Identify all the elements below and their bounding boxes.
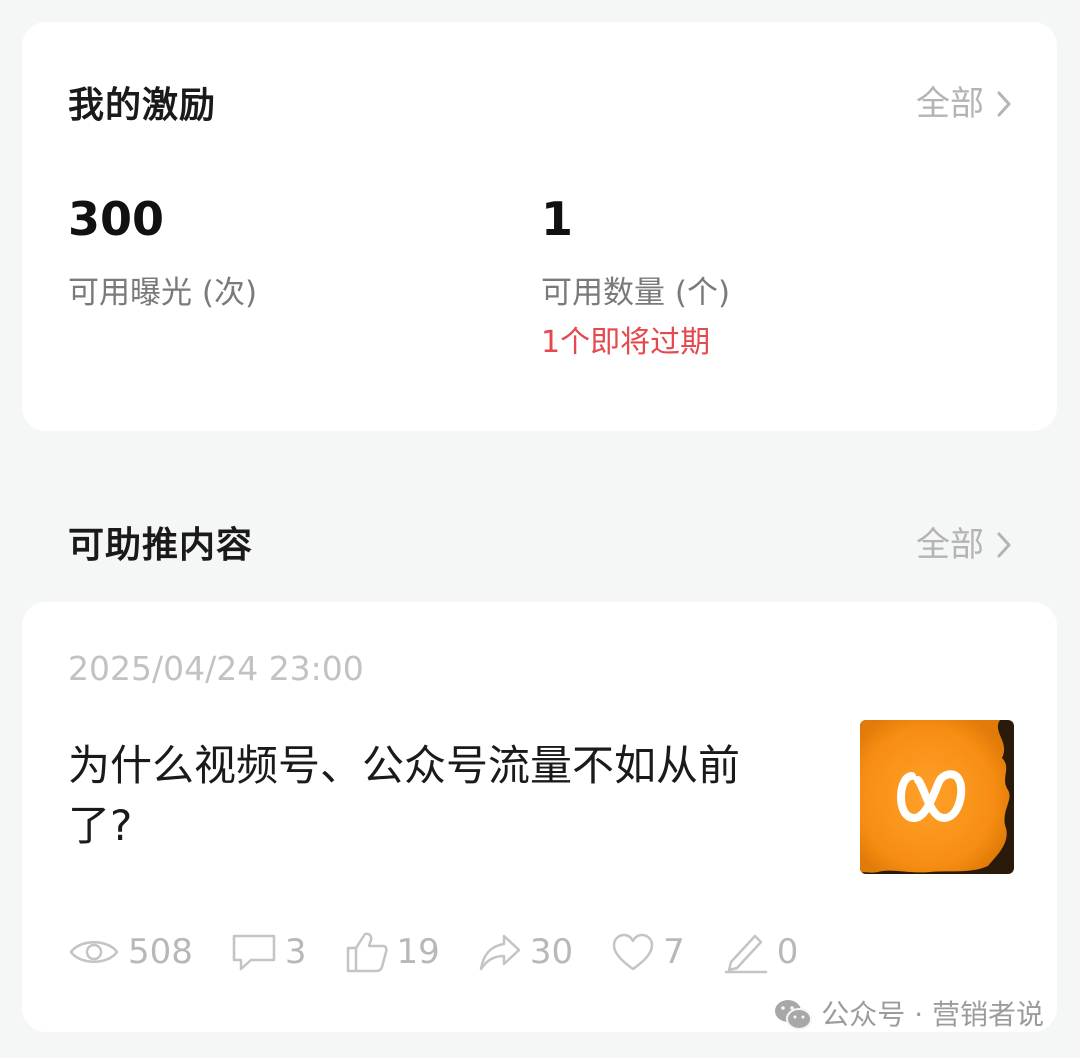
metric-likes: 19 [345, 930, 440, 974]
eye-icon [69, 941, 119, 963]
share-icon [479, 934, 521, 971]
exposure-value: 300 [68, 192, 165, 246]
post-thumbnail[interactable] [860, 720, 1014, 874]
incentive-card [22, 22, 1057, 431]
metric-views: 508 [68, 934, 193, 970]
channels-logo-icon [860, 720, 1014, 874]
metric-favorites-value: 7 [663, 932, 685, 972]
metric-likes-value: 19 [396, 932, 440, 972]
promotable-title: 可助推内容 [68, 525, 254, 566]
quantity-value: 1 [541, 192, 574, 246]
incentive-all-link[interactable]: 全部 [916, 87, 1012, 121]
comment-icon [232, 934, 276, 971]
watermark: 公众号 · 营销者说 [773, 998, 1044, 1032]
metric-comments-value: 3 [284, 932, 307, 972]
chevron-right-icon [997, 532, 1011, 558]
promotable-all-label: 全部 [916, 525, 984, 565]
metric-shares: 30 [478, 932, 573, 972]
expiry-warning: 1个即将过期 [541, 325, 711, 360]
metric-shares-value: 30 [529, 932, 574, 972]
incentive-all-label: 全部 [916, 84, 984, 124]
incentive-title: 我的激励 [68, 85, 217, 126]
metric-views-value: 508 [128, 932, 193, 972]
metric-comments: 3 [231, 932, 307, 972]
metric-favorites: 7 [611, 932, 685, 972]
wechat-icon [775, 1000, 813, 1030]
heart-icon [612, 933, 654, 971]
post-metrics: 508 3 19 30 7 0 [68, 926, 836, 978]
chevron-right-icon [997, 91, 1011, 117]
exposure-label: 可用曝光 (次) [68, 275, 258, 311]
pen-icon [724, 934, 767, 974]
promotable-all-link[interactable]: 全部 [916, 528, 1012, 562]
metric-notes-value: 0 [776, 932, 799, 972]
metric-notes: 0 [723, 930, 799, 974]
thumbs-up-icon [346, 932, 388, 973]
post-date: 2025/04/24 23:00 [68, 649, 364, 688]
watermark-text: 公众号 · 营销者说 [821, 998, 1044, 1031]
post-title[interactable]: 为什么视频号、公众号流量不如从前了? [68, 736, 758, 856]
quantity-label: 可用数量 (个) [541, 275, 731, 311]
